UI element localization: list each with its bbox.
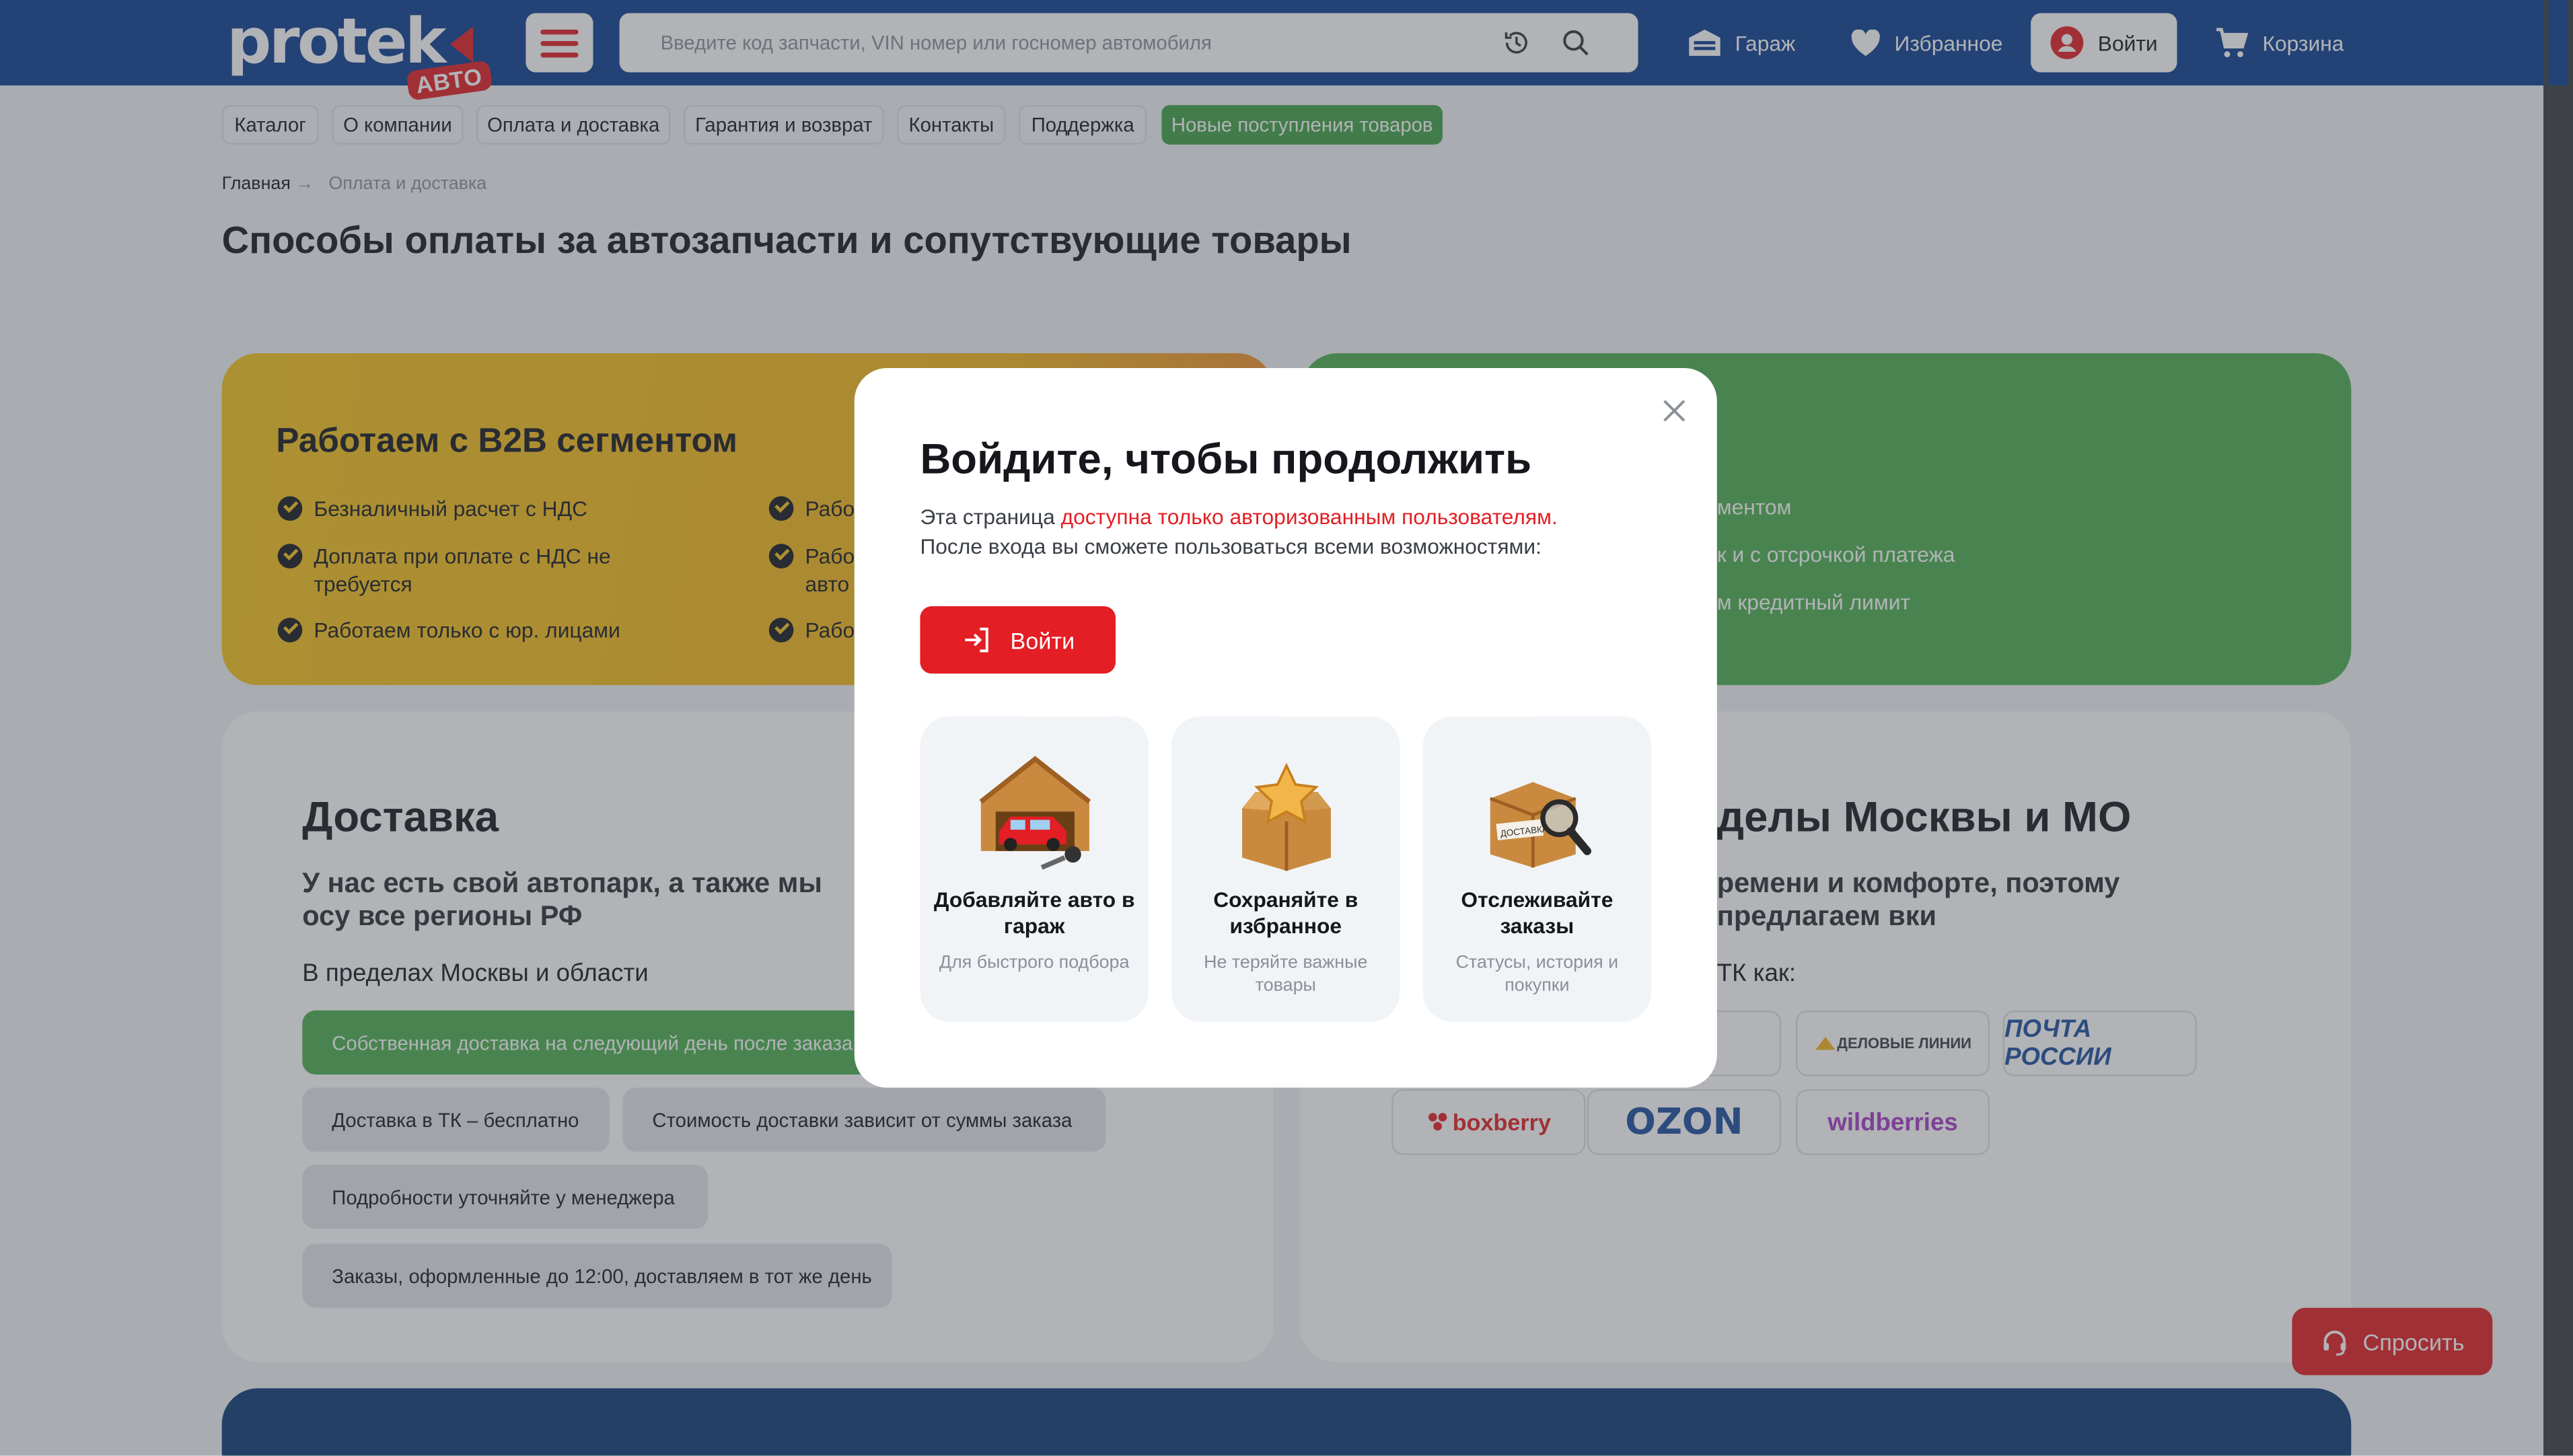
- feature-card-favorites: Сохраняйте в избранное Не теряйте важные…: [1171, 716, 1400, 1022]
- parcel-magnifier-icon: ДОСТАВКА: [1489, 782, 1591, 868]
- modal-login-label: Войти: [1010, 626, 1075, 653]
- feature-card-garage: Добавляйте авто в гараж Для быстрого под…: [920, 716, 1149, 1022]
- modal-title: Войдите, чтобы продолжить: [920, 433, 1532, 483]
- feature-desc: Не теряйте важные товары: [1204, 953, 1368, 996]
- garage-car-icon: [979, 756, 1091, 870]
- feature-desc: Для быстрого подбора: [939, 953, 1130, 973]
- page: protek АВТО Введите код запчасти, VIN но…: [0, 0, 2573, 1456]
- login-arrow-icon: [965, 627, 988, 653]
- feature-card-orders: ДОСТАВКА Отслеживайте заказы Статусы, ис…: [1422, 716, 1652, 1022]
- modal-desc-prefix: Эта страница: [920, 504, 1061, 530]
- modal-desc-highlight: доступна только авторизованным пользоват…: [1060, 504, 1558, 530]
- box-star-icon: [1242, 762, 1331, 871]
- login-modal: Войдите, чтобы продолжить Эта страница д…: [854, 367, 1717, 1088]
- modal-desc-suffix: После входа вы сможете пользоваться всем…: [920, 534, 1542, 559]
- feature-title: Отслеживайте заказы: [1461, 887, 1614, 939]
- close-icon[interactable]: [1658, 394, 1691, 427]
- feature-title: Добавляйте авто в гараж: [933, 887, 1135, 939]
- modal-login-button[interactable]: Войти: [920, 606, 1116, 674]
- feature-title: Сохраняйте в избранное: [1213, 887, 1358, 939]
- feature-desc: Статусы, история и покупки: [1455, 953, 1619, 996]
- modal-description: Эта страница доступна только авторизован…: [920, 503, 1642, 562]
